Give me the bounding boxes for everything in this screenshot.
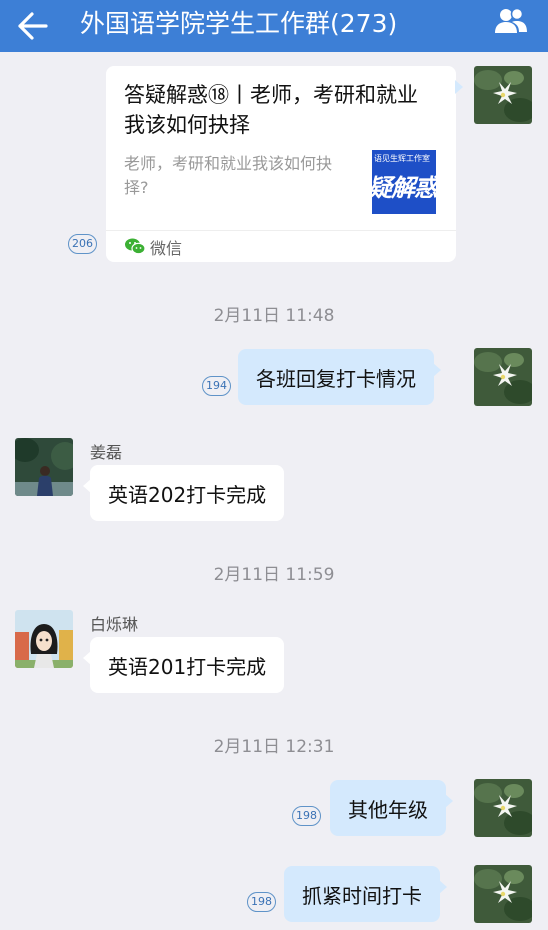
- message-text: 各班回复打卡情况: [256, 366, 416, 391]
- card-thumbnail-text: 疑解惑: [372, 174, 436, 202]
- read-count-badge[interactable]: 198: [292, 806, 321, 826]
- self-avatar[interactable]: [474, 865, 532, 923]
- message-bubble[interactable]: 英语201打卡完成: [82, 637, 285, 693]
- sender-avatar[interactable]: [15, 438, 73, 496]
- message-bubble[interactable]: 抓紧时间打卡: [284, 866, 447, 922]
- sender-name: 白烁琳: [90, 615, 139, 634]
- message-text: 英语201打卡完成: [108, 654, 267, 679]
- sender-avatar[interactable]: [15, 610, 73, 668]
- self-avatar[interactable]: [474, 348, 532, 406]
- self-avatar[interactable]: [474, 779, 532, 837]
- message-text: 其他年级: [348, 797, 428, 822]
- arrow-left-icon[interactable]: [16, 10, 50, 42]
- card-thumbnail-caption: 语见生辉工作室: [374, 154, 430, 163]
- message-text: 抓紧时间打卡: [302, 883, 422, 908]
- card-title: 答疑解惑⑱丨老师，考研和就业我该如何抉择: [124, 83, 418, 137]
- read-count-badge[interactable]: 194: [202, 376, 231, 396]
- card-description: 老师，考研和就业我该如何抉择?: [124, 154, 333, 197]
- message-bubble[interactable]: 英语202打卡完成: [82, 465, 285, 521]
- divider: [106, 230, 456, 231]
- message-text: 英语202打卡完成: [108, 482, 267, 507]
- timestamp: 2月11日 11:48: [213, 306, 335, 326]
- read-count-badge[interactable]: 206: [68, 234, 97, 254]
- self-avatar[interactable]: [474, 66, 532, 124]
- message-bubble[interactable]: 各班回复打卡情况: [238, 349, 441, 405]
- timestamp: 2月11日 12:31: [213, 737, 335, 757]
- card-source-label: 微信: [150, 239, 183, 258]
- sender-name: 姜磊: [90, 443, 123, 462]
- group-title: 外国语学院学生工作群(273): [80, 9, 398, 38]
- share-card[interactable]: 答疑解惑⑱丨老师，考研和就业我该如何抉择 老师，考研和就业我该如何抉择? 语见生…: [106, 66, 463, 262]
- read-count-badge[interactable]: 198: [247, 892, 276, 912]
- timestamp: 2月11日 11:59: [213, 565, 335, 585]
- group-members-icon[interactable]: [492, 6, 530, 36]
- message-bubble[interactable]: 其他年级: [330, 780, 453, 836]
- card-thumbnail: 语见生辉工作室 疑解惑: [372, 150, 436, 214]
- wechat-icon: [125, 238, 146, 255]
- chat-header: 外国语学院学生工作群(273): [0, 0, 548, 52]
